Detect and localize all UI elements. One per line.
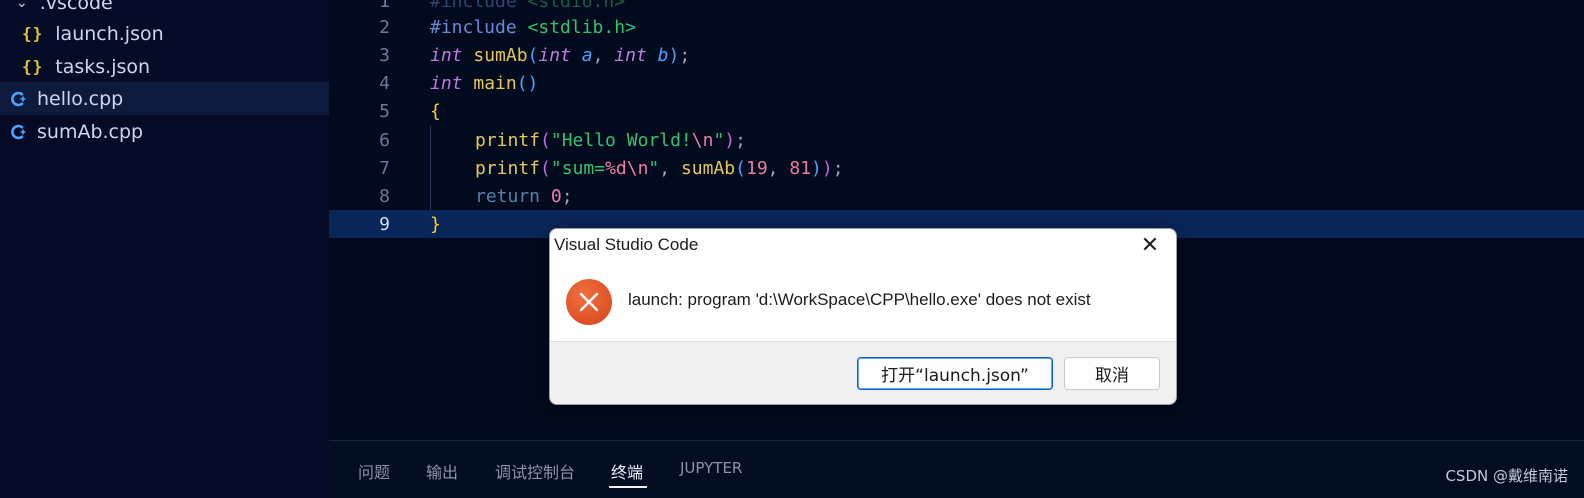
code-line-4[interactable]: 4 int main() — [329, 69, 1584, 97]
code-token: 81 — [789, 157, 812, 179]
cpp-file-icon — [11, 124, 26, 139]
panel-tabs-bar: 问题 输出 调试控制台 终端 JUPYTER CSDN @戴维南诺 — [329, 440, 1584, 498]
open-launch-json-button[interactable]: 打开“launch.json” — [857, 357, 1053, 390]
code-token: return — [475, 185, 541, 207]
line-number: 4 — [379, 72, 390, 94]
line-number: 8 — [379, 185, 390, 207]
json-file-icon: {} — [22, 57, 44, 76]
code-token: int — [538, 44, 571, 66]
code-token: %d\n — [605, 157, 649, 179]
error-dialog: Visual Studio Code ✕ launch: program 'd:… — [549, 228, 1177, 405]
code-line-8[interactable]: 8 return 0; — [329, 182, 1584, 210]
code-line-2[interactable]: 2 #include <stdlib.h> — [329, 13, 1584, 41]
code-token: ; — [735, 129, 746, 151]
code-token: 19 — [745, 157, 768, 179]
watermark: CSDN @戴维南诺 — [1445, 467, 1568, 485]
code-token: int — [614, 44, 647, 66]
file-label: launch.json — [55, 22, 164, 45]
chevron-down-icon: ⌄ — [16, 0, 28, 11]
code-token: int — [430, 72, 463, 94]
code-token: ) — [724, 129, 736, 151]
tab-problems[interactable]: 问题 — [358, 459, 390, 483]
code-line-7[interactable]: 7 printf("sum=%d\n", sumAb(19, 81)); — [329, 154, 1584, 182]
code-token: ) — [668, 44, 680, 66]
code-token: ; — [679, 44, 691, 66]
cpp-file-icon — [11, 91, 26, 106]
code-token: sumAb — [680, 157, 736, 179]
dialog-title: Visual Studio Code — [554, 235, 699, 254]
code-token: ) — [821, 157, 833, 179]
json-file-icon: {} — [22, 24, 44, 43]
active-tab-indicator — [609, 486, 647, 488]
code-token: , — [659, 157, 681, 179]
code-token: } — [430, 213, 441, 235]
code-token: 0 — [540, 185, 562, 207]
code-token: <stdio.h> — [516, 0, 626, 12]
code-token: printf — [475, 157, 541, 179]
code-token: () — [516, 72, 539, 94]
line-number: 2 — [379, 16, 390, 38]
code-token: \n — [691, 129, 714, 151]
file-label: hello.cpp — [37, 87, 124, 110]
tree-item-sumab-cpp[interactable]: sumAb.cpp — [0, 115, 329, 148]
code-token: ; — [561, 185, 573, 207]
tab-debug-console[interactable]: 调试控制台 — [495, 459, 575, 483]
code-line-5[interactable]: 5 { — [329, 97, 1584, 125]
code-token: int — [430, 44, 463, 66]
code-token: "Hello World! — [550, 129, 692, 151]
line-number: 5 — [379, 100, 390, 122]
code-token: ) — [811, 157, 822, 179]
cancel-button[interactable]: 取消 — [1064, 357, 1160, 390]
tree-item-hello-cpp[interactable]: hello.cpp — [0, 82, 329, 115]
code-token: , — [592, 44, 615, 66]
code-token: #include — [430, 16, 517, 38]
code-token: main — [462, 72, 517, 94]
line-number: 3 — [379, 44, 390, 66]
line-number: 9 — [379, 213, 390, 235]
code-token: ( — [527, 44, 539, 66]
code-token: b — [646, 44, 669, 66]
tree-item-launch-json[interactable]: {} launch.json — [0, 17, 329, 50]
line-number: 6 — [379, 129, 390, 151]
line-number: 1 — [379, 0, 390, 12]
code-token: " — [713, 129, 725, 151]
dialog-message: launch: program 'd:\WorkSpace\CPP\hello.… — [628, 290, 1091, 309]
code-token: ( — [735, 157, 746, 179]
code-token: " — [648, 157, 660, 179]
file-label: tasks.json — [55, 55, 151, 78]
code-token: "sum= — [550, 157, 606, 179]
dialog-footer: 打开“launch.json” 取消 — [550, 341, 1176, 404]
code-line-3[interactable]: 3 int sumAb(int a, int b); — [329, 41, 1584, 69]
line-number: 7 — [379, 157, 390, 179]
tab-terminal[interactable]: 终端 — [611, 459, 643, 483]
explorer-sidebar: ⌄ .vscode {} launch.json {} tasks.json h… — [0, 0, 329, 498]
code-token: sumAb — [462, 44, 528, 66]
code-token: #include — [430, 0, 517, 12]
tree-item-tasks-json[interactable]: {} tasks.json — [0, 50, 329, 83]
code-line-6[interactable]: 6 printf("Hello World!\n"); — [329, 126, 1584, 154]
tab-output[interactable]: 输出 — [426, 459, 458, 483]
code-token: ; — [832, 157, 844, 179]
error-icon — [566, 279, 612, 325]
file-label: sumAb.cpp — [37, 120, 144, 143]
code-token: <stdlib.h> — [516, 16, 636, 38]
folder-label: .vscode — [39, 0, 113, 14]
tab-jupyter[interactable]: JUPYTER — [680, 459, 742, 477]
code-token: , — [767, 157, 790, 179]
code-token: ( — [540, 157, 551, 179]
close-icon[interactable]: ✕ — [1138, 233, 1162, 259]
code-token: a — [570, 44, 593, 66]
code-token: printf — [475, 129, 541, 151]
code-token: ( — [540, 129, 551, 151]
code-token: { — [430, 100, 441, 122]
